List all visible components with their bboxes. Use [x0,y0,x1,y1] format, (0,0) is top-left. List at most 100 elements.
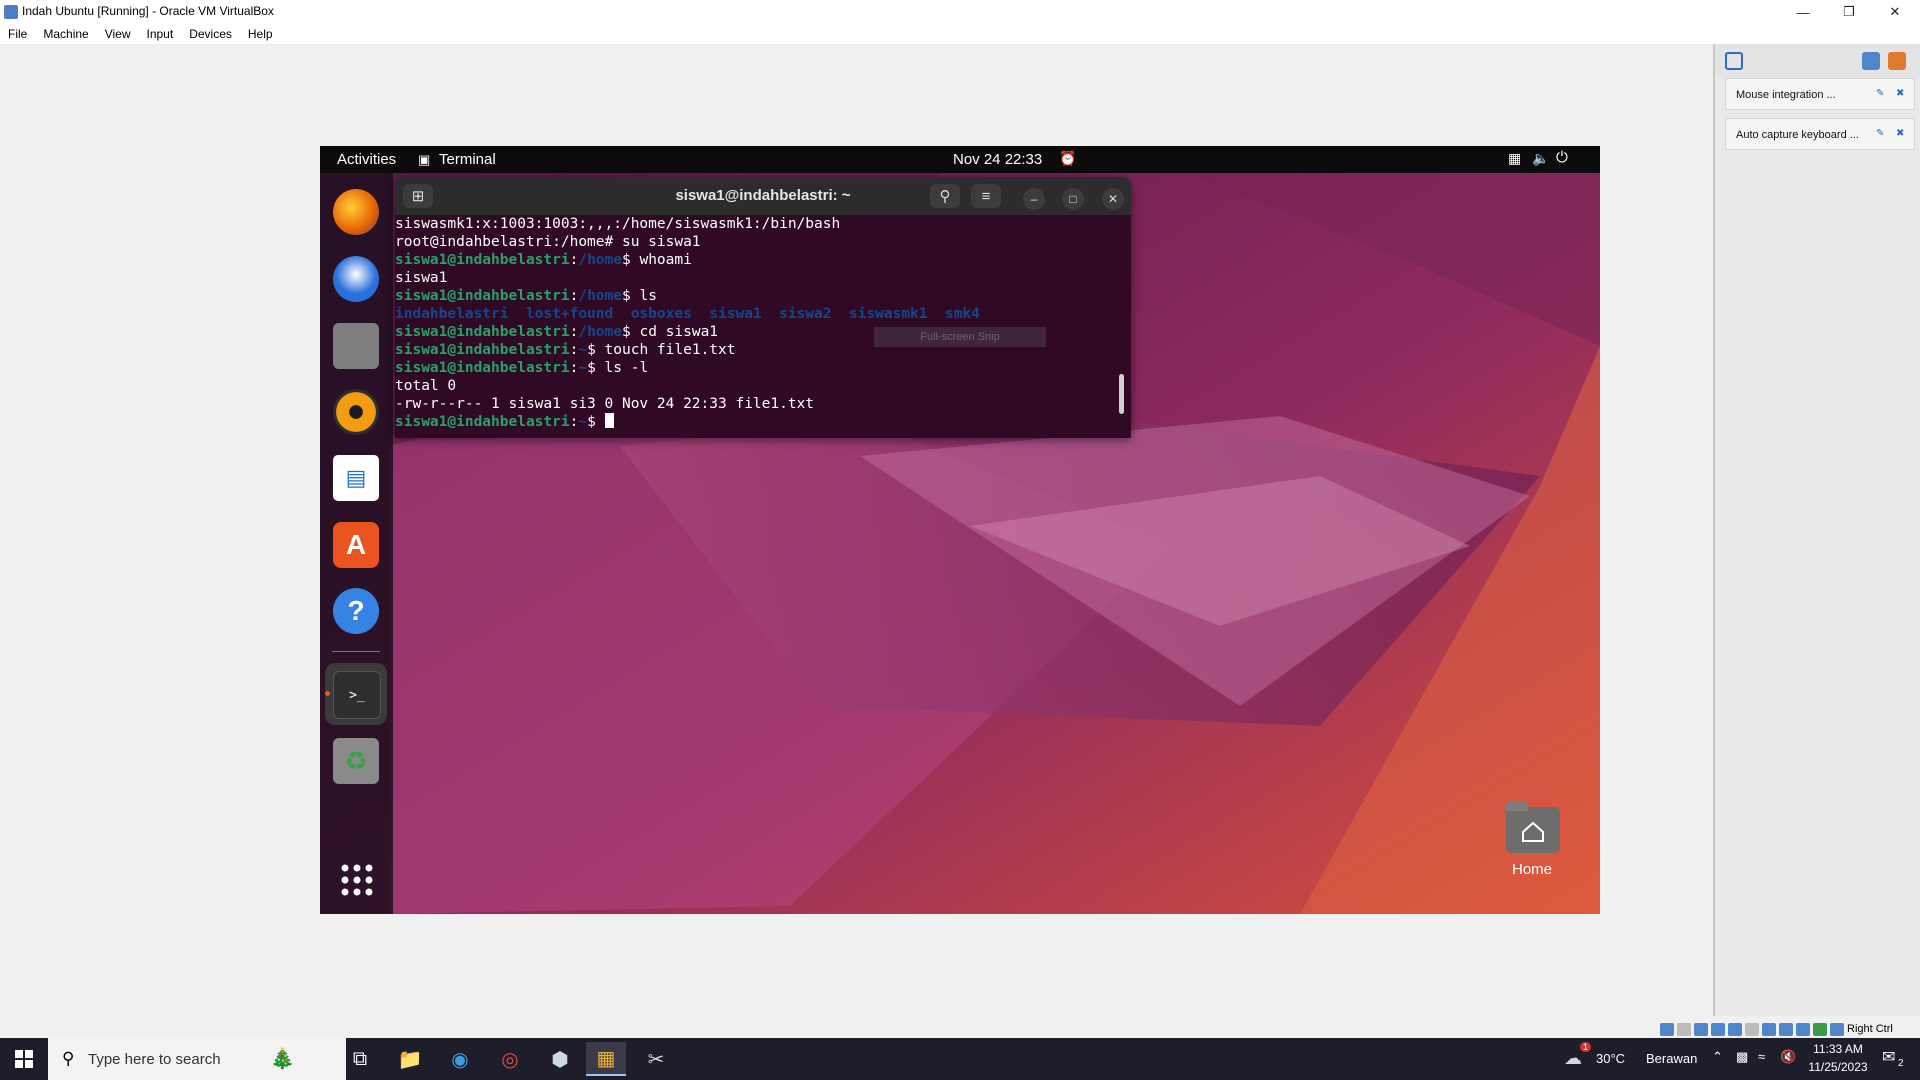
prompt-user: siswa1@indahbelastri [395,288,570,304]
restore-button[interactable]: ❐ [1826,0,1872,24]
guest-additions-icon[interactable] [1813,1022,1827,1036]
weather-cloud-icon[interactable]: ☁ [1564,1048,1582,1069]
activities-button[interactable]: Activities [337,151,396,168]
dismiss-icon[interactable]: ✖ [1896,89,1906,99]
notifications-icon[interactable]: ✉ [1882,1047,1895,1067]
terminal-window[interactable]: ⊞ siswa1@indahbelastri: ~ ⚲ ≡ – □ ✕ sisw… [395,177,1131,438]
terminal-line: siswasmk1:x:1003:1003:,,,:/home/siswasmk… [395,215,1131,233]
delete-all-icon[interactable] [1888,52,1906,70]
weather-desc[interactable]: Berawan [1646,1051,1697,1066]
notification-toggle-icon[interactable] [1725,52,1743,70]
rhythmbox-icon[interactable] [333,389,379,435]
task-view-icon[interactable]: ⧉ [340,1042,380,1076]
search-icon: ⚲ [62,1049,75,1068]
menu-help[interactable]: Help [240,24,281,44]
prompt-user: siswa1@indahbelastri [395,342,570,358]
display-icon[interactable] [1762,1022,1776,1036]
firefox-icon[interactable] [333,189,379,235]
directory-listing: indahbelastri lost+found osboxes siswa1 … [395,306,980,322]
hamburger-menu-button[interactable]: ≡ [971,184,1001,208]
prompt-path: /home [578,288,622,304]
dismiss-icon[interactable]: ✖ [1896,129,1906,139]
terminal-line: -rw-r--r-- 1 siswa1 si3 0 Nov 24 22:33 f… [395,395,1131,413]
close-button[interactable]: ✕ [1872,0,1918,24]
start-button[interactable] [0,1038,48,1080]
home-label: Home [1511,861,1552,878]
meet-now-icon[interactable]: ▩ [1736,1049,1748,1065]
files-icon[interactable] [333,323,379,369]
terminal-line: root@indahbelastri:/home# su siswa1 [395,233,1131,251]
taskbar-date[interactable]: 11/25/2023 [1806,1060,1870,1074]
terminal-line: siswa1 [395,269,1131,287]
running-indicator [325,691,330,696]
optical-drive-icon[interactable] [1677,1022,1691,1036]
notice-mouse-integration[interactable]: Mouse integration ... ✎ ✖ [1725,78,1915,110]
notification-center: Mouse integration ... ✎ ✖ Auto capture k… [1713,44,1920,1016]
minimize-button[interactable]: – [1023,188,1045,210]
search-placeholder: Type here to search [88,1051,221,1068]
wifi-icon[interactable]: ≈ [1758,1049,1765,1064]
prompt-path: ~ [578,360,588,376]
close-button[interactable]: ✕ [1102,188,1124,210]
hard-disk-icon[interactable] [1660,1022,1674,1036]
window-titlebar: Indah Ubuntu [Running] - Oracle VM Virtu… [0,0,1920,24]
edge-icon[interactable]: ◉ [440,1042,480,1076]
audio-icon[interactable] [1694,1022,1708,1036]
taskbar-time[interactable]: 11:33 AM [1806,1042,1870,1056]
guest-screen[interactable]: Activities ▣ Terminal Nov 24 22:33 ⏰ ▦ 🔈… [320,146,1600,914]
prompt-path: ~ [578,342,588,358]
keep-finished-icon[interactable] [1862,52,1880,70]
libreoffice-writer-icon[interactable]: ▤ [333,455,379,501]
terminal-text: siswa1 [395,270,448,286]
windows-taskbar: ⚲ Type here to search 🎄 ⧉ 📁 ◉ ◎ ⬢ ▦ ✂ ☁ … [0,1038,1920,1080]
volume-muted-icon[interactable]: 🔇 [1780,1049,1796,1065]
network-icon[interactable]: ▦ [1508,150,1521,167]
menu-view[interactable]: View [97,24,139,44]
usb-icon[interactable] [1728,1022,1742,1036]
show-hidden-icons-icon[interactable]: ⌃ [1712,1049,1723,1065]
power-icon[interactable]: ⏻ [1556,149,1568,166]
host-key-icon[interactable] [1830,1022,1844,1036]
terminal-line: siswa1@indahbelastri:/home$ whoami [395,251,1131,269]
volume-icon[interactable]: 🔈 [1532,150,1549,167]
virtualbox-vm-icon[interactable]: ▦ [586,1042,626,1076]
trash-icon[interactable]: ♻ [333,738,379,784]
network-icon[interactable] [1711,1022,1725,1036]
thunderbird-icon[interactable] [333,256,379,302]
menu-file[interactable]: File [0,24,35,44]
virtualbox-manager-icon[interactable]: ⬢ [540,1042,580,1076]
weather-temp[interactable]: 30°C [1596,1051,1625,1066]
desktop-home-icon[interactable]: Home [1500,801,1564,881]
show-apps-icon[interactable] [340,863,374,897]
command-text: $ touch file1.txt [587,342,736,358]
menu-devices[interactable]: Devices [181,24,240,44]
cpu-icon[interactable] [1796,1022,1810,1036]
notice-auto-capture-keyboard[interactable]: Auto capture keyboard ... ✎ ✖ [1725,118,1915,150]
terminal-line: indahbelastri lost+found osboxes siswa1 … [395,305,1131,323]
show-apps-grid-icon [341,864,373,896]
app-center-icon[interactable]: A [333,522,379,568]
terminal-scrollbar[interactable] [1119,374,1124,414]
chrome-icon[interactable]: ◎ [490,1042,530,1076]
search-button[interactable]: ⚲ [930,184,960,208]
dont-show-again-icon[interactable]: ✎ [1876,129,1886,139]
clock[interactable]: Nov 24 22:33 [953,151,1042,168]
menu-input[interactable]: Input [139,24,182,44]
app-menu-terminal[interactable]: Terminal [439,151,496,168]
windows-logo-icon [15,1050,33,1068]
maximize-button[interactable]: □ [1062,188,1084,210]
menu-machine[interactable]: Machine [35,24,96,44]
help-icon[interactable]: ? [333,588,379,634]
weather-badge: 1 [1580,1042,1592,1052]
shared-folders-icon[interactable] [1745,1022,1759,1036]
prompt-path: /home [578,324,622,340]
taskbar-search-box[interactable]: ⚲ Type here to search 🎄 [48,1038,346,1080]
snipping-tool-icon[interactable]: ✂ [636,1042,676,1076]
terminal-icon[interactable]: >_ [333,671,381,719]
snip-overlay: Full-screen Snip [874,327,1046,347]
recording-icon[interactable] [1779,1022,1793,1036]
minimize-button[interactable]: — [1780,0,1826,24]
file-explorer-icon[interactable]: 📁 [390,1042,430,1076]
dont-show-again-icon[interactable]: ✎ [1876,89,1886,99]
vm-status-bar: Right Ctrl [1660,1020,1920,1038]
